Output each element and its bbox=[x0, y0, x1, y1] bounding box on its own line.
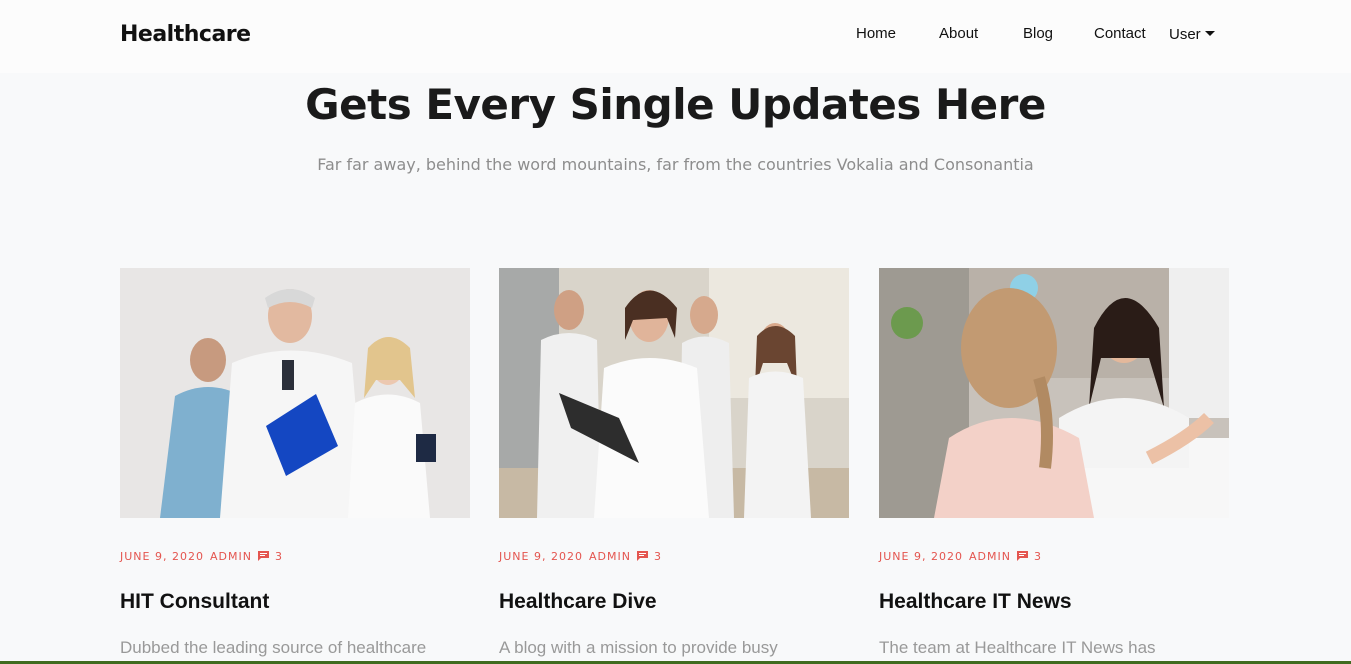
post-excerpt: A blog with a mission to provide busy bbox=[499, 638, 778, 657]
navbar: Healthcare Home About Blog Contact User bbox=[0, 0, 1351, 73]
post-title[interactable]: Healthcare Dive bbox=[499, 590, 849, 614]
blog-card-image[interactable] bbox=[120, 268, 470, 518]
nav-user-dropdown[interactable]: User bbox=[1169, 26, 1215, 43]
chat-bubble-icon bbox=[1016, 551, 1028, 561]
nav-about[interactable]: About bbox=[939, 25, 978, 42]
chat-bubble-icon bbox=[636, 551, 648, 561]
post-date[interactable]: June 9, 2020 bbox=[120, 550, 204, 563]
brand-logo[interactable]: Healthcare bbox=[120, 22, 251, 47]
post-excerpt: Dubbed the leading source of healthcare bbox=[120, 638, 427, 657]
blog-card-image[interactable] bbox=[879, 268, 1229, 518]
post-author[interactable]: Admin bbox=[969, 550, 1011, 563]
post-comment-count[interactable]: 3 bbox=[654, 550, 662, 563]
post-author[interactable]: Admin bbox=[210, 550, 252, 563]
nav-blog[interactable]: Blog bbox=[1023, 25, 1053, 42]
blog-card-image[interactable] bbox=[499, 268, 849, 518]
blog-card: June 9, 2020 Admin 3 HIT Consultant Dubb… bbox=[120, 268, 470, 658]
post-excerpt: The team at Healthcare IT News has bbox=[879, 638, 1156, 657]
post-comment-count[interactable]: 3 bbox=[275, 550, 283, 563]
nav-home[interactable]: Home bbox=[856, 25, 896, 42]
page-title: Gets Every Single Updates Here bbox=[305, 80, 1046, 129]
doctors-hallway-photo bbox=[499, 268, 849, 518]
blog-card: June 9, 2020 Admin 3 Healthcare IT News … bbox=[879, 268, 1229, 658]
nav-contact[interactable]: Contact bbox=[1094, 25, 1146, 42]
chat-bubble-icon bbox=[257, 551, 269, 561]
blog-card: June 9, 2020 Admin 3 Healthcare Dive A b… bbox=[499, 268, 849, 658]
page-subtitle: Far far away, behind the word mountains,… bbox=[317, 155, 1034, 174]
post-meta: June 9, 2020 Admin 3 bbox=[879, 549, 1229, 563]
doctor-consultation-photo bbox=[879, 268, 1229, 518]
post-title[interactable]: HIT Consultant bbox=[120, 590, 470, 614]
nav-user-label: User bbox=[1169, 26, 1201, 43]
post-date[interactable]: June 9, 2020 bbox=[879, 550, 963, 563]
post-date[interactable]: June 9, 2020 bbox=[499, 550, 583, 563]
post-meta: June 9, 2020 Admin 3 bbox=[499, 549, 849, 563]
post-meta: June 9, 2020 Admin 3 bbox=[120, 549, 470, 563]
post-title[interactable]: Healthcare IT News bbox=[879, 590, 1229, 614]
doctors-team-photo bbox=[120, 268, 470, 518]
post-author[interactable]: Admin bbox=[589, 550, 631, 563]
caret-down-icon bbox=[1204, 30, 1215, 36]
post-comment-count[interactable]: 3 bbox=[1034, 550, 1042, 563]
